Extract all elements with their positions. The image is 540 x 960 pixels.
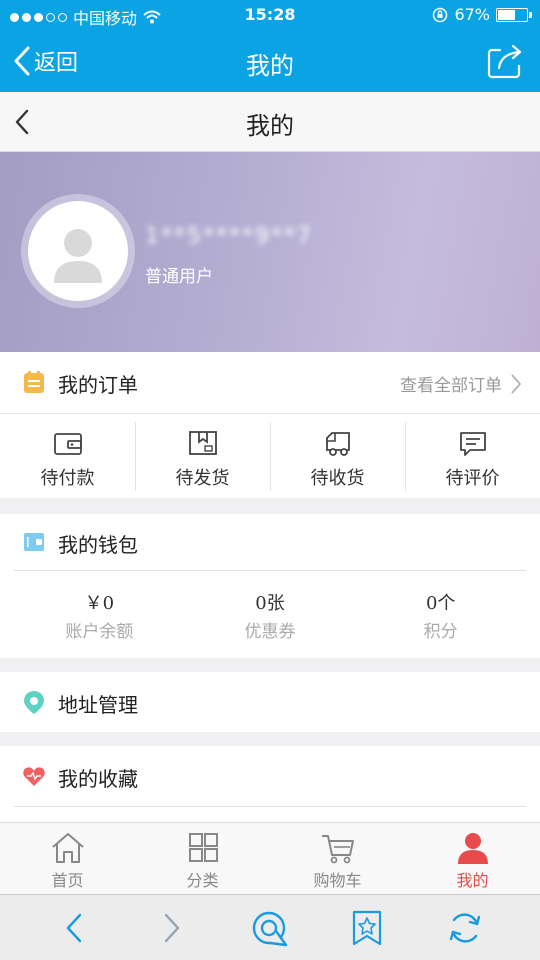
- user-type: 普通用户: [145, 267, 213, 287]
- order-label: 待评价: [445, 468, 500, 489]
- view-all-orders-label: 查看全部订单: [400, 376, 502, 396]
- home-icon: [51, 833, 84, 863]
- battery-fill: [498, 9, 515, 20]
- avatar-image: [28, 201, 128, 301]
- coupons[interactable]: 0张 优惠券: [185, 571, 356, 660]
- order-pending-review[interactable]: 待评价: [405, 414, 540, 497]
- tab-cart[interactable]: 购物车: [270, 823, 405, 894]
- browser-home-icon[interactable]: [250, 909, 288, 947]
- browser-toolbar: [0, 894, 540, 960]
- browser-back-icon[interactable]: [56, 909, 94, 947]
- status-bar: 中国移动 15:28 67%: [0, 0, 540, 30]
- page-title: 我的: [246, 112, 294, 140]
- status-right: 67%: [432, 5, 532, 24]
- address-row: 地址管理: [0, 672, 540, 732]
- favorites-row: 我的收藏: [0, 746, 540, 806]
- user-icon: [457, 833, 488, 864]
- refresh-icon[interactable]: [446, 909, 484, 947]
- sub-header: 我的: [0, 92, 540, 152]
- wallet-title: 我的钱包: [58, 533, 138, 557]
- bottom-tab-bar: 首页 分类 购物车 我的: [0, 822, 540, 894]
- account-balance[interactable]: ￥0 账户余额: [14, 571, 185, 660]
- share-icon: [487, 44, 522, 79]
- tab-category[interactable]: 分类: [135, 823, 270, 894]
- grid-icon: [188, 833, 218, 862]
- view-all-orders-link[interactable]: 查看全部订单: [400, 371, 522, 396]
- wallet-label: 优惠券: [244, 622, 296, 642]
- default-avatar-icon: [54, 229, 102, 283]
- tab-label: 分类: [186, 871, 219, 890]
- tab-label: 首页: [51, 871, 84, 890]
- wallet-label: 积分: [423, 622, 458, 642]
- orders-section: 我的订单 查看全部订单 待付款 待发货 待收货 待评价: [0, 352, 540, 498]
- app-title: 我的: [246, 52, 294, 80]
- app-bar: 返回 我的: [0, 30, 540, 92]
- profile-banner: 1**5****9**7 普通用户: [0, 152, 540, 352]
- battery-icon: [496, 7, 532, 22]
- wallet-grid: ￥0 账户余额 0张 优惠券 0个 积分: [14, 570, 526, 660]
- points[interactable]: 0个 积分: [355, 571, 526, 660]
- battery-percent: 67%: [454, 5, 490, 24]
- browser-forward-icon[interactable]: [152, 909, 190, 947]
- location-pin-icon: [24, 691, 44, 714]
- tab-mine[interactable]: 我的: [405, 823, 540, 894]
- tab-home[interactable]: 首页: [0, 823, 135, 894]
- favorites-section[interactable]: 我的收藏: [0, 746, 540, 822]
- heart-icon: [23, 767, 45, 786]
- divider: [14, 806, 526, 807]
- comment-icon: [459, 432, 486, 456]
- order-label: 待发货: [175, 468, 230, 489]
- favorites-title: 我的收藏: [58, 767, 138, 791]
- wallet-header[interactable]: 我的钱包: [0, 512, 540, 572]
- rotation-lock-icon: [433, 7, 448, 22]
- order-label: 待收货: [310, 468, 365, 489]
- orders-header[interactable]: 我的订单 查看全部订单: [0, 352, 540, 412]
- wallet-value: 0张: [255, 593, 285, 614]
- package-icon: [188, 431, 217, 455]
- address-title: 地址管理: [58, 693, 138, 717]
- order-pending-payment[interactable]: 待付款: [0, 414, 135, 497]
- chevron-right-icon: [511, 373, 522, 394]
- top-bar: 中国移动 15:28 67% 返回 我的: [0, 0, 540, 92]
- wallet-label: 账户余额: [65, 622, 134, 642]
- tab-label: 我的: [456, 871, 489, 890]
- wallet-value: ￥0: [84, 593, 115, 614]
- share-button[interactable]: [486, 42, 524, 80]
- cart-icon: [321, 835, 354, 864]
- tab-label: 购物车: [313, 871, 362, 890]
- orders-title: 我的订单: [58, 373, 138, 397]
- wallet-icon: [53, 433, 82, 455]
- truck-icon: [325, 432, 350, 456]
- orders-grid: 待付款 待发货 待收货 待评价: [0, 413, 540, 497]
- order-list-icon: [24, 371, 44, 393]
- order-pending-receipt[interactable]: 待收货: [270, 414, 405, 497]
- wallet-card-icon: [24, 533, 44, 551]
- bookmark-star-icon[interactable]: [348, 909, 386, 947]
- order-pending-shipment[interactable]: 待发货: [135, 414, 270, 497]
- username: 1**5****9**7: [145, 224, 313, 249]
- wallet-value: 0个: [425, 593, 456, 614]
- order-label: 待付款: [40, 468, 95, 489]
- wallet-section: 我的钱包 ￥0 账户余额 0张 优惠券 0个 积分: [0, 514, 540, 658]
- avatar[interactable]: [21, 194, 135, 308]
- address-section[interactable]: 地址管理: [0, 672, 540, 732]
